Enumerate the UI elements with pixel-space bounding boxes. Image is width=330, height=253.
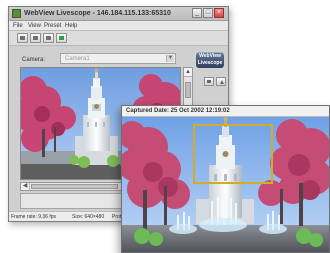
captured-image-window: Captured Date: 25 Oct 2002 12:19:02 (121, 105, 330, 253)
camera-icon[interactable] (17, 33, 28, 43)
minimize-button[interactable]: _ (192, 8, 202, 18)
chevron-down-icon[interactable]: ▼ (166, 55, 174, 62)
menu-help[interactable]: Help (65, 22, 77, 30)
menu-bar: File View Preset Help (9, 21, 228, 31)
zoom-icon[interactable] (56, 33, 67, 43)
maximize-button[interactable]: □ (203, 8, 213, 18)
up-arrow-icon[interactable]: ▲ (184, 68, 192, 77)
camera-label: Camera: (22, 57, 46, 63)
vertical-scroll-thumb[interactable] (185, 82, 191, 98)
frame-rate-status: Frame rate: 9.36 fps (11, 214, 57, 220)
screenshot-stage: WebView Livescope - 146.184.115.133:6531… (0, 0, 330, 253)
logo-line-1: WebView (199, 53, 221, 59)
grid-icon[interactable] (43, 33, 54, 43)
window-title: WebView Livescope - 146.184.115.133:6531… (24, 10, 171, 17)
record-icon[interactable] (30, 33, 41, 43)
captured-image (122, 117, 329, 252)
left-arrow-icon[interactable]: ◀ (21, 183, 30, 190)
size-status: Size: 640×480 (72, 214, 105, 220)
logo-line-2: Livescope (197, 60, 223, 66)
horizontal-scroll-thumb[interactable] (31, 184, 118, 189)
play-icon[interactable] (204, 77, 214, 86)
title-bar: WebView Livescope - 146.184.115.133:6531… (9, 7, 228, 21)
captured-date-title: Captured Date: 25 Oct 2002 12:19:02 (126, 108, 230, 114)
toolbar (9, 31, 228, 46)
menu-preset[interactable]: Preset (44, 22, 61, 30)
close-button[interactable]: × (214, 8, 224, 18)
capture-header: Captured Date: 25 Oct 2002 12:19:02 (122, 106, 329, 117)
city-hall-captured-image (122, 117, 329, 252)
menu-view[interactable]: View (28, 22, 41, 30)
camera-select[interactable]: Camera1 ▼ (60, 53, 176, 64)
menu-file[interactable]: File (13, 22, 23, 30)
camera-select-value: Camera1 (65, 56, 90, 62)
app-icon (12, 9, 21, 18)
up-arrow-icon[interactable] (216, 77, 226, 86)
webview-logo: WebView Livescope (196, 52, 224, 68)
